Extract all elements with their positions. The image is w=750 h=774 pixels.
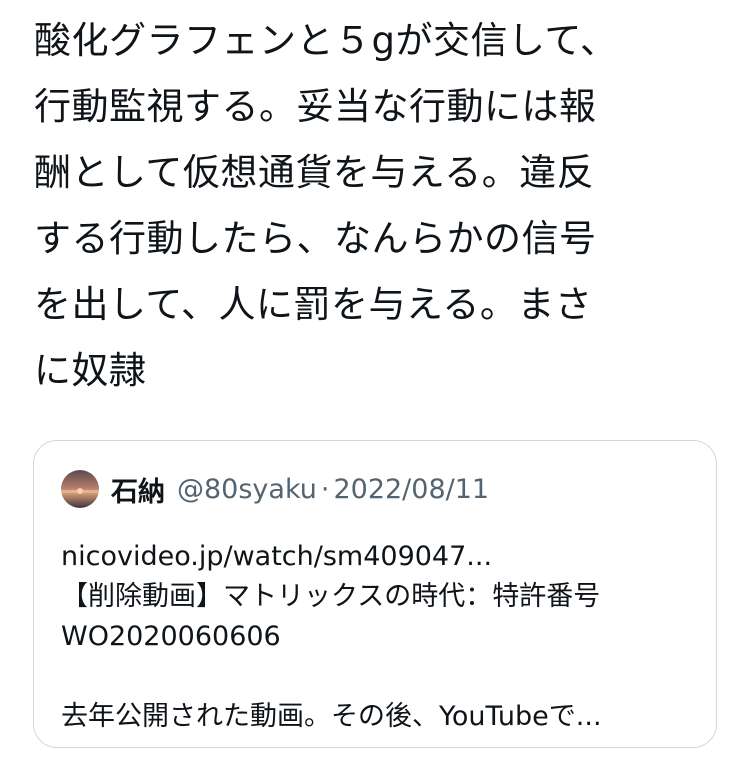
quoted-text-line: 去年公開された動画。その後、YouTubeで... — [61, 701, 602, 732]
tweet-text-line: 酬として仮想通貨を与える。違反 — [34, 151, 595, 194]
tweet-text-line: に奴隷 — [34, 349, 147, 392]
tweet-text-line: 酸化グラフェンと５gが交信して、 — [34, 19, 618, 62]
quoted-tweet-card[interactable]: 石納 @80syaku · 2022/08/11 nicovideo.jp/wa… — [33, 440, 717, 748]
quoted-author-name[interactable]: 石納 — [111, 470, 165, 509]
quoted-tweet-header: 石納 @80syaku · 2022/08/11 — [61, 469, 489, 509]
quoted-text-line: WO2020060606 — [61, 621, 281, 652]
quoted-author-handle[interactable]: @80syaku — [177, 474, 317, 505]
header-separator: · — [320, 473, 330, 505]
tweet-text-line: を出して、人に罰を与える。まさ — [34, 283, 593, 326]
tweet-text: 酸化グラフェンと５gが交信して、 行動監視する。妥当な行動には報 酬として仮想通… — [34, 8, 724, 404]
sunset-avatar-icon[interactable] — [61, 470, 99, 508]
quoted-blank-line — [61, 657, 701, 697]
tweet-text-line: する行動したら、なんらかの信号 — [34, 217, 597, 260]
quoted-text-line: 【削除動画】マトリックスの時代：特許番号 — [61, 581, 601, 612]
quoted-link[interactable]: nicovideo.jp/watch/sm409047... — [61, 537, 701, 577]
quoted-tweet-text: nicovideo.jp/watch/sm409047... 【削除動画】マトリ… — [61, 537, 701, 737]
tweet-text-line: 行動監視する。妥当な行動には報 — [34, 85, 597, 128]
quoted-tweet-date[interactable]: 2022/08/11 — [333, 474, 489, 505]
